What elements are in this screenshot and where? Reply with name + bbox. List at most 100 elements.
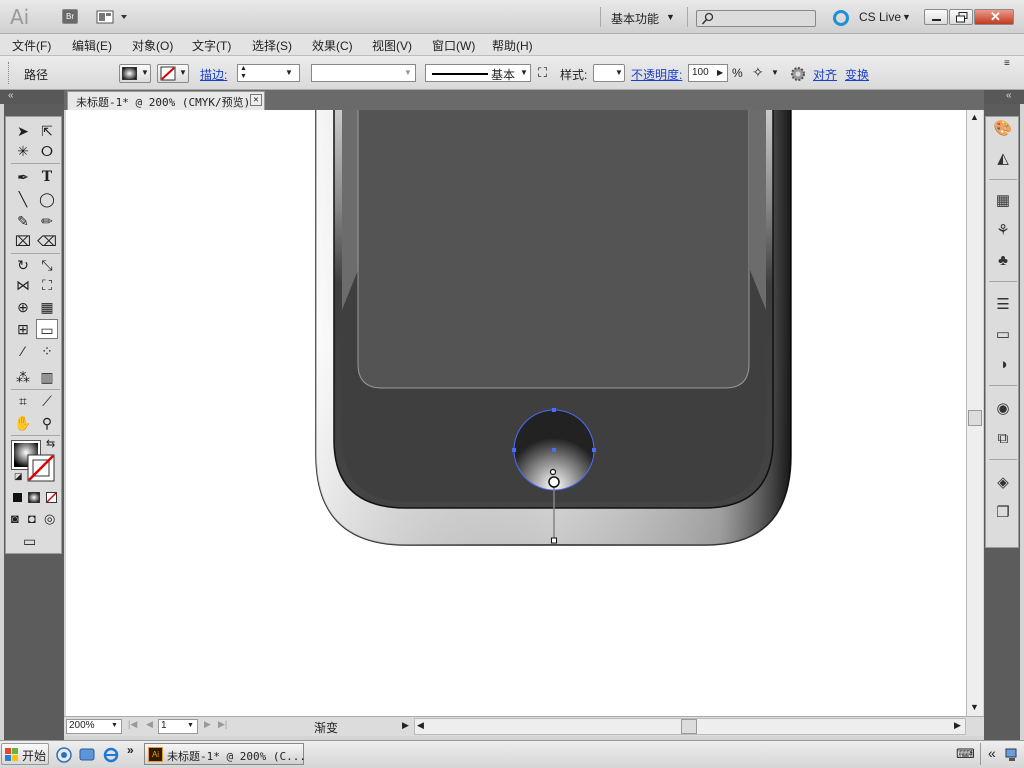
none-mode-icon[interactable] [46, 492, 57, 503]
shape-builder-tool-icon[interactable]: ⊕ [12, 297, 34, 317]
line-tool-icon[interactable]: ╲ [12, 189, 34, 209]
symbol-sprayer-tool-icon[interactable]: ⁂ [12, 367, 34, 387]
color-guide-panel-icon[interactable]: ◭ [992, 149, 1014, 169]
scroll-up-icon[interactable]: ▲ [970, 112, 979, 122]
last-artboard-icon[interactable]: ▶| [218, 719, 227, 730]
gradient-end-handle[interactable] [551, 537, 557, 544]
gradient-mode-icon[interactable] [28, 492, 40, 503]
layers-panel-icon[interactable]: ◈ [992, 473, 1014, 493]
stroke-color-box[interactable] [26, 453, 56, 483]
menu-window[interactable]: 窗口(W) [432, 37, 475, 54]
color-panel-icon[interactable]: 🎨 [992, 119, 1014, 139]
anchor-point[interactable] [592, 448, 596, 452]
opacity-link[interactable]: 不透明度: [631, 66, 682, 83]
menu-help[interactable]: 帮助(H) [492, 37, 533, 54]
recolor-icon[interactable]: ✧ [752, 64, 764, 81]
draw-normal-icon[interactable]: ◙ [11, 511, 19, 526]
brush-definition-dropdown[interactable]: 基本 ▼ [425, 64, 531, 82]
type-tool-icon[interactable]: T [36, 167, 58, 187]
ellipse-tool-icon[interactable]: ◯ [36, 189, 58, 209]
draw-behind-icon[interactable]: ◘ [28, 511, 36, 526]
cslive-menu[interactable]: CS Live [859, 10, 901, 24]
taskbar-overflow-icon[interactable]: » [127, 743, 134, 757]
start-button[interactable]: 开始 [1, 743, 49, 765]
anchor-point[interactable] [512, 448, 516, 452]
eyedropper-tool-icon[interactable]: ⁄ [12, 341, 34, 361]
stroke-weight-field[interactable]: ▲ ▼ ▼ [237, 64, 300, 82]
menu-file[interactable]: 文件(F) [12, 37, 51, 54]
gear-icon[interactable] [790, 66, 806, 82]
desktop-icon[interactable] [79, 747, 95, 763]
draw-inside-icon[interactable]: ◎ [44, 511, 55, 527]
workspace-switcher[interactable]: 基本功能 [611, 10, 659, 27]
browser-icon[interactable] [56, 747, 72, 763]
artboards-panel-icon[interactable]: ❐ [992, 503, 1014, 523]
free-transform-tool-icon[interactable]: ⛶ [36, 275, 58, 295]
stroke-panel-icon[interactable]: ☰ [992, 295, 1014, 315]
search-input[interactable] [696, 10, 816, 27]
menu-edit[interactable]: 编辑(E) [72, 37, 112, 54]
phone-artwork[interactable] [66, 110, 966, 716]
stroke-swatch-dropdown[interactable]: ▼ [157, 64, 189, 83]
lasso-tool-icon[interactable]: ⵔ [36, 141, 58, 161]
next-artboard-icon[interactable]: ▶ [204, 719, 211, 730]
bridge-button[interactable]: Br [62, 9, 78, 24]
paintbrush-tool-icon[interactable]: ✎ [12, 211, 34, 231]
scroll-right-icon[interactable]: ▶ [954, 720, 961, 731]
width-tool-icon[interactable]: ⋈ [12, 275, 34, 295]
hand-tool-icon[interactable]: ✋ [12, 413, 34, 433]
artboard-tool-icon[interactable]: ⌗ [12, 391, 34, 411]
appearance-panel-icon[interactable]: ◉ [992, 399, 1014, 419]
gradient-origin-handle[interactable] [548, 476, 560, 488]
perspective-grid-tool-icon[interactable]: ▦ [36, 297, 58, 317]
anchor-point[interactable] [552, 408, 556, 412]
selection-tool-icon[interactable]: ➤ [12, 121, 34, 141]
transform-link[interactable]: 变换 [845, 66, 869, 83]
screen-mode-icon[interactable]: ▭ [23, 533, 36, 550]
document-tab[interactable]: 未标题-1* @ 200% (CMYK/预览) ✕ [67, 91, 265, 110]
gradient-panel-icon[interactable]: ▭ [992, 325, 1014, 345]
menu-object[interactable]: 对象(O) [132, 37, 173, 54]
stroke-link[interactable]: 描边: [200, 66, 227, 83]
vertical-scrollbar[interactable]: ▲ ▼ [966, 110, 983, 716]
menu-view[interactable]: 视图(V) [372, 37, 412, 54]
horizontal-scrollbar[interactable]: ◀ ▶ [414, 718, 966, 735]
mesh-tool-icon[interactable]: ⊞ [12, 319, 34, 339]
scroll-thumb[interactable] [968, 410, 982, 426]
collapse-left-icon[interactable]: « [8, 90, 14, 101]
arrange-documents-button[interactable] [96, 9, 130, 25]
close-button[interactable]: ✕ [974, 9, 1014, 25]
slice-tool-icon[interactable]: ⟋ [36, 391, 58, 411]
gradient-tool-icon[interactable]: ▭ [36, 319, 58, 339]
scroll-down-icon[interactable]: ▼ [970, 702, 979, 712]
variable-width-dropdown[interactable]: ▼ [311, 64, 416, 82]
network-icon[interactable] [1004, 747, 1020, 763]
collapse-tray-icon[interactable]: « [988, 745, 996, 761]
internet-explorer-icon[interactable] [103, 747, 119, 763]
symbols-panel-icon[interactable]: ♣ [992, 251, 1014, 271]
column-graph-tool-icon[interactable]: ▥ [36, 367, 58, 387]
scroll-left-icon[interactable]: ◀ [417, 720, 424, 731]
hscroll-thumb[interactable] [681, 719, 697, 734]
default-colors-icon[interactable]: ◪ [14, 471, 23, 482]
swap-colors-icon[interactable]: ⇆ [46, 437, 55, 450]
blend-tool-icon[interactable]: ⁘ [36, 341, 58, 361]
first-artboard-icon[interactable]: |◀ [128, 719, 137, 730]
fill-swatch-dropdown[interactable]: ▼ [119, 64, 151, 83]
menu-select[interactable]: 选择(S) [252, 37, 292, 54]
artboard-canvas[interactable] [66, 110, 966, 716]
align-link[interactable]: 对齐 [813, 66, 837, 83]
minimize-button[interactable] [924, 9, 948, 25]
close-tab-icon[interactable]: ✕ [250, 94, 262, 106]
taskbar-illustrator-window[interactable]: Ai 未标题-1* @ 200% (C... [144, 743, 306, 765]
keyboard-icon[interactable]: ⌨ [956, 746, 975, 762]
collapse-right-icon[interactable]: « [1006, 90, 1012, 101]
menu-type[interactable]: 文字(T) [192, 37, 231, 54]
previous-artboard-icon[interactable]: ◀ [146, 719, 153, 730]
zoom-tool-icon[interactable]: ⚲ [36, 413, 58, 433]
opacity-field[interactable]: 100 ▶ [688, 64, 728, 82]
direct-selection-tool-icon[interactable]: ⇱ [36, 121, 58, 141]
color-mode-icon[interactable] [13, 493, 22, 502]
eraser-tool-icon[interactable]: ⌫ [36, 231, 58, 251]
rotate-tool-icon[interactable]: ↻ [12, 255, 34, 275]
